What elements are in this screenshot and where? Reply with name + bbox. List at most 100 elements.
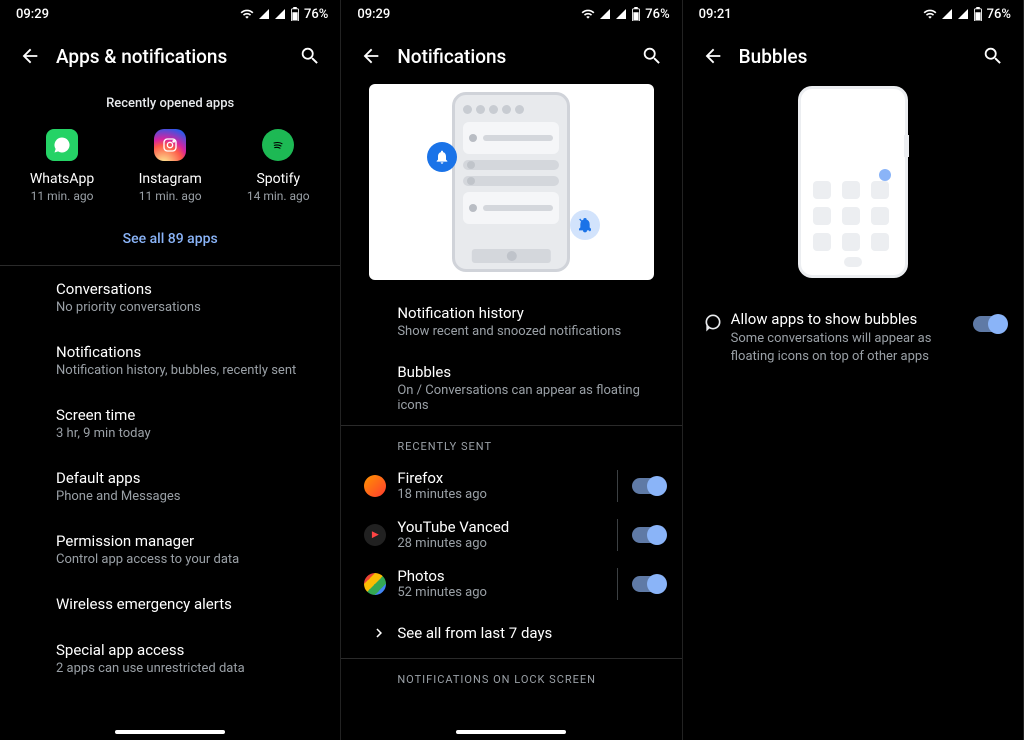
setting-subtitle: 3 hr, 9 min today [56, 426, 324, 441]
allow-bubbles-toggle[interactable] [973, 316, 1007, 332]
setting-title: Conversations [56, 280, 324, 298]
search-icon [299, 45, 321, 67]
setting-conversations[interactable]: Conversations No priority conversations [0, 266, 340, 329]
setting-subtitle: Some conversations will appear as floati… [731, 330, 963, 366]
setting-bubbles[interactable]: Bubbles On / Conversations can appear as… [341, 351, 681, 425]
setting-title: Allow apps to show bubbles [731, 310, 963, 328]
recent-app-spotify[interactable]: Spotify 14 min. ago [230, 129, 326, 203]
setting-title: Permission manager [56, 532, 324, 550]
search-button[interactable] [973, 36, 1013, 76]
battery-icon [631, 7, 641, 21]
appbar: Notifications [341, 28, 681, 84]
setting-title: Notifications [56, 343, 324, 361]
whatsapp-icon [46, 129, 78, 161]
status-icons: 76% [581, 7, 669, 22]
screen-apps-notifications: 09:29 76% Apps & notifications Recently … [0, 0, 341, 740]
divider [617, 519, 618, 551]
setting-notification-history[interactable]: Notification history Show recent and sno… [341, 292, 681, 351]
youtube-vanced-icon [364, 524, 386, 546]
signal-icon [941, 8, 953, 20]
setting-subtitle: Control app access to your data [56, 552, 324, 567]
setting-subtitle: No priority conversations [56, 300, 324, 315]
page-title: Apps & notifications [50, 45, 290, 68]
app-name: Instagram [139, 171, 202, 187]
battery-percent: 76% [304, 7, 328, 22]
notif-toggle[interactable] [632, 478, 666, 494]
notif-toggle[interactable] [632, 576, 666, 592]
setting-subtitle: Show recent and snoozed notifications [397, 324, 665, 339]
setting-title: Notification history [397, 304, 665, 322]
back-button[interactable] [351, 36, 391, 76]
setting-notifications[interactable]: Notifications Notification history, bubb… [0, 329, 340, 392]
status-bar: 09:21 76% [683, 0, 1023, 28]
setting-default-apps[interactable]: Default apps Phone and Messages [0, 455, 340, 518]
status-time: 09:21 [699, 7, 732, 22]
wifi-icon [923, 7, 937, 21]
gesture-nav-pill[interactable] [115, 730, 225, 734]
see-all-label: See all from last 7 days [397, 624, 552, 642]
battery-icon [290, 7, 300, 21]
notif-app-name: Photos [397, 567, 602, 585]
setting-screen-time[interactable]: Screen time 3 hr, 9 min today [0, 392, 340, 455]
setting-title: Bubbles [397, 363, 665, 381]
battery-icon [973, 7, 983, 21]
page-title: Bubbles [733, 45, 973, 68]
divider [617, 470, 618, 502]
bell-off-icon [570, 210, 600, 240]
setting-wireless-alerts[interactable]: Wireless emergency alerts [0, 581, 340, 627]
status-icons: 76% [923, 7, 1011, 22]
bubble-chat-icon [695, 310, 731, 332]
search-button[interactable] [290, 36, 330, 76]
gesture-nav-pill[interactable] [456, 730, 566, 734]
divider [617, 568, 618, 600]
see-all-7-days-link[interactable]: See all from last 7 days [341, 608, 681, 658]
spotify-icon [262, 129, 294, 161]
setting-title: Wireless emergency alerts [56, 595, 324, 613]
app-name: Spotify [256, 171, 300, 187]
see-all-apps-link[interactable]: See all 89 apps [0, 217, 340, 265]
recent-notif-youtube-vanced[interactable]: YouTube Vanced 28 minutes ago [341, 510, 681, 559]
notif-app-name: YouTube Vanced [397, 518, 602, 536]
page-title: Notifications [391, 45, 631, 68]
app-time: 14 min. ago [247, 189, 310, 203]
signal-icon [258, 8, 270, 20]
recently-sent-label: RECENTLY SENT [341, 426, 681, 461]
arrow-back-icon [19, 45, 41, 67]
notif-toggle[interactable] [632, 527, 666, 543]
recent-notif-firefox[interactable]: Firefox 18 minutes ago [341, 461, 681, 510]
firefox-icon [364, 475, 386, 497]
recent-app-instagram[interactable]: Instagram 11 min. ago [122, 129, 218, 203]
setting-title: Special app access [56, 641, 324, 659]
recent-app-whatsapp[interactable]: WhatsApp 11 min. ago [14, 129, 110, 203]
status-bar: 09:29 76% [341, 0, 681, 28]
battery-percent: 76% [645, 7, 669, 22]
setting-permission-manager[interactable]: Permission manager Control app access to… [0, 518, 340, 581]
search-icon [641, 45, 663, 67]
signal-icon [274, 8, 286, 20]
notifications-illustration [369, 84, 653, 280]
notif-time: 28 minutes ago [397, 536, 602, 551]
status-time: 09:29 [16, 7, 49, 22]
status-bar: 09:29 76% [0, 0, 340, 28]
battery-percent: 76% [987, 7, 1011, 22]
arrow-back-icon [360, 45, 382, 67]
photos-icon [364, 573, 386, 595]
recent-notif-photos[interactable]: Photos 52 minutes ago [341, 559, 681, 608]
back-button[interactable] [10, 36, 50, 76]
search-button[interactable] [632, 36, 672, 76]
appbar: Apps & notifications [0, 28, 340, 84]
setting-special-app-access[interactable]: Special app access 2 apps can use unrest… [0, 627, 340, 690]
notif-time: 18 minutes ago [397, 487, 602, 502]
setting-subtitle: 2 apps can use unrestricted data [56, 661, 324, 676]
recently-opened-header: Recently opened apps [0, 84, 340, 129]
lock-screen-section-label: NOTIFICATIONS ON LOCK SCREEN [341, 659, 681, 694]
back-button[interactable] [693, 36, 733, 76]
app-name: WhatsApp [30, 171, 94, 187]
bubbles-illustration [793, 84, 913, 280]
instagram-icon [154, 129, 186, 161]
setting-subtitle: Phone and Messages [56, 489, 324, 504]
screen-bubbles: 09:21 76% Bubbles [683, 0, 1024, 740]
screen-notifications: 09:29 76% Notifications [341, 0, 682, 740]
setting-allow-bubbles[interactable]: Allow apps to show bubbles Some conversa… [683, 298, 1023, 378]
wifi-icon [240, 7, 254, 21]
